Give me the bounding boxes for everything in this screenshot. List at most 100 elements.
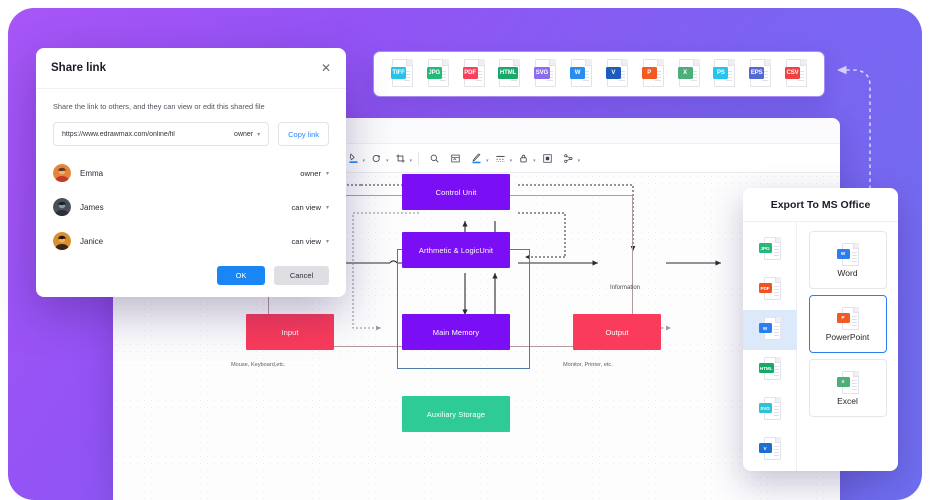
file-icon-word[interactable]: W	[837, 243, 859, 265]
person-name: James	[80, 203, 291, 212]
export-card-label: PowerPoint	[826, 332, 869, 342]
file-icon-svg[interactable]: SVG	[759, 397, 781, 423]
chevron-down-icon[interactable]: ▾	[410, 158, 413, 164]
format-icon-ps[interactable]: PS	[713, 59, 735, 90]
file-format-label: EPS	[749, 67, 764, 79]
file-format-label: HTML	[498, 67, 517, 79]
export-sidebar-item-svg[interactable]: SVG	[743, 390, 797, 430]
share-link-input[interactable]: https://www.edrawmax.com/online/fil owne…	[53, 122, 269, 146]
export-sidebar-item-jpg[interactable]: JPG	[743, 230, 797, 270]
file-lines	[774, 406, 779, 418]
shadow-icon[interactable]	[538, 149, 557, 168]
crop-icon[interactable]	[391, 149, 410, 168]
file-fold-corner	[657, 59, 664, 66]
insert-image-icon[interactable]	[446, 149, 465, 168]
fill-color-icon[interactable]	[344, 149, 363, 168]
label-output-devices: Monitor, Printer, etc.	[563, 362, 613, 368]
export-sidebar-item-v[interactable]: V	[743, 430, 797, 470]
export-card-word[interactable]: W Word	[809, 231, 887, 289]
file-fold-corner	[775, 277, 781, 283]
file-fold-corner	[775, 237, 781, 243]
ok-button[interactable]: OK	[217, 266, 265, 285]
file-lines	[852, 252, 857, 264]
line-style-icon[interactable]	[491, 149, 510, 168]
file-fold-corner	[775, 397, 781, 403]
person-permission-select[interactable]: owner▾	[300, 169, 329, 178]
dialog-subtitle: Share the link to others, and they can v…	[53, 102, 329, 111]
cancel-button[interactable]: Cancel	[274, 266, 329, 285]
export-card-excel[interactable]: X Excel	[809, 359, 887, 417]
format-icon-p[interactable]: P	[642, 59, 664, 90]
chevron-down-icon[interactable]: ▾	[363, 158, 366, 164]
file-lines	[774, 446, 779, 458]
lock-icon[interactable]	[514, 149, 533, 168]
file-format-label: X	[678, 67, 693, 79]
file-format-label: V	[606, 67, 621, 79]
format-icon-csv[interactable]: CSV	[785, 59, 807, 90]
chevron-down-icon[interactable]: ▾	[510, 158, 513, 164]
export-card-powerpoint[interactable]: P PowerPoint	[809, 295, 887, 353]
file-fold-corner	[693, 59, 700, 66]
export-to-ms-office-panel: Export To MS Office JPG PDF W HTML SVG V W Wor…	[743, 188, 898, 471]
export-card-label: Word	[837, 268, 857, 278]
node-alu[interactable]: Arthmetic & LogicUnit	[402, 232, 510, 268]
format-icon-eps[interactable]: EPS	[749, 59, 771, 90]
format-icon-w[interactable]: W	[570, 59, 592, 90]
file-format-label: P	[837, 313, 850, 323]
format-icon-x[interactable]: X	[678, 59, 700, 90]
link-permission-select[interactable]: owner ▾	[234, 131, 260, 138]
person-permission-value: can view	[291, 237, 321, 246]
file-fold-corner	[728, 59, 735, 66]
file-icon-w[interactable]: W	[759, 317, 781, 343]
node-input[interactable]: Input	[246, 314, 334, 350]
file-icon-powerpoint[interactable]: P	[837, 307, 859, 329]
file-format-label: X	[837, 377, 850, 387]
toolbar-divider	[418, 152, 419, 165]
person-permission-select[interactable]: can view▾	[291, 203, 329, 212]
export-panel-title: Export To MS Office	[743, 188, 898, 222]
shape-style-icon[interactable]	[367, 149, 386, 168]
file-fold-corner	[853, 307, 859, 313]
share-icon[interactable]	[559, 149, 578, 168]
file-icon-jpg[interactable]: JPG	[759, 237, 781, 263]
format-icon-jpg[interactable]: JPG	[427, 59, 449, 90]
chevron-down-icon[interactable]: ▾	[486, 158, 489, 164]
file-lines	[774, 286, 779, 298]
format-icon-tiff[interactable]: TIFF	[391, 59, 413, 90]
export-sidebar-item-html[interactable]: HTML	[743, 350, 797, 390]
close-icon[interactable]: ✕	[321, 62, 331, 74]
file-format-label: PS	[713, 67, 728, 79]
link-permission-value: owner	[234, 131, 253, 138]
format-icon-svg[interactable]: SVG	[534, 59, 556, 90]
chevron-down-icon[interactable]: ▾	[386, 158, 389, 164]
person-permission-select[interactable]: can view▾	[291, 237, 329, 246]
file-format-label: JPG	[759, 243, 772, 253]
node-main-memory[interactable]: Main Memory	[402, 314, 510, 350]
file-format-label: W	[759, 323, 772, 333]
file-icon-v[interactable]: V	[759, 437, 781, 463]
chevron-down-icon[interactable]: ▾	[578, 158, 581, 164]
node-output[interactable]: Output	[573, 314, 661, 350]
callout-connector	[815, 56, 930, 201]
shared-people-list: Emmaowner▾Jamescan view▾Janicecan view▾	[53, 156, 329, 258]
format-icon-html[interactable]: HTML	[498, 59, 520, 90]
line-color-icon[interactable]	[467, 149, 486, 168]
chevron-down-icon[interactable]: ▾	[533, 158, 536, 164]
export-sidebar-item-pdf[interactable]: PDF	[743, 270, 797, 310]
file-fold-corner	[478, 59, 485, 66]
file-lines	[774, 246, 779, 258]
format-icon-pdf[interactable]: PDF	[463, 59, 485, 90]
zoom-icon[interactable]	[425, 149, 444, 168]
node-control-unit[interactable]: Control Unit	[402, 174, 510, 210]
format-icon-v[interactable]: V	[606, 59, 628, 90]
file-icon-excel[interactable]: X	[837, 371, 859, 393]
copy-link-button[interactable]: Copy link	[278, 122, 329, 146]
avatar	[53, 164, 71, 182]
node-auxiliary-storage[interactable]: Auxiliary Storage	[402, 396, 510, 432]
file-fold-corner	[513, 59, 520, 66]
export-card-label: Excel	[837, 396, 858, 406]
export-panel-body: JPG PDF W HTML SVG V W Word P PowerPoint X Excel	[743, 222, 898, 471]
export-sidebar-item-w[interactable]: W	[743, 310, 797, 350]
file-icon-pdf[interactable]: PDF	[759, 277, 781, 303]
file-icon-html[interactable]: HTML	[759, 357, 781, 383]
